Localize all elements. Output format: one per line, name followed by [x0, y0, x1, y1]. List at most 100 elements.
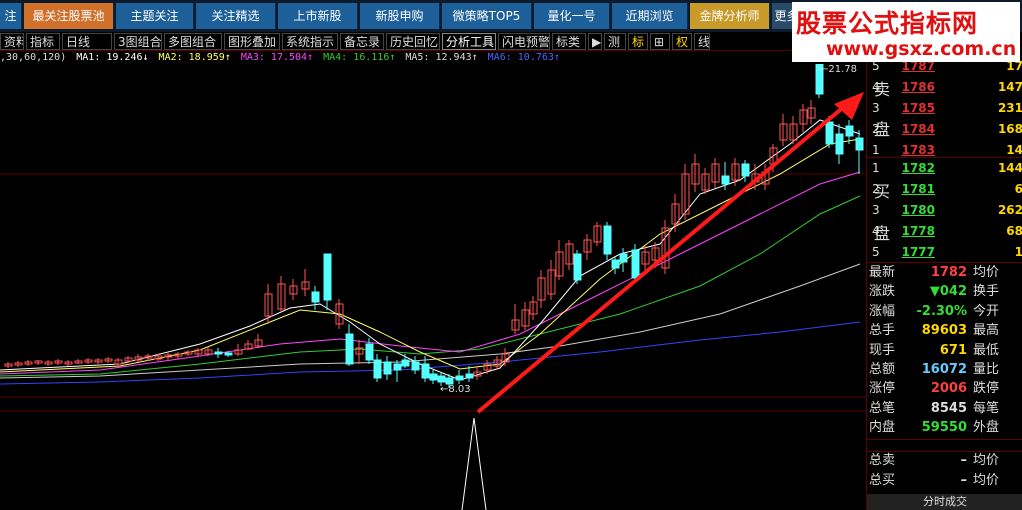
buy-price: 1782 [901, 161, 935, 175]
buy-volume: 68 [1006, 224, 1022, 238]
quote-key: 最新 [869, 265, 896, 280]
quote-key-2: 跌停 [973, 381, 1000, 397]
ma2-value: MA2: 18.959↑ [158, 52, 231, 63]
candle-75 [741, 163, 750, 177]
toolbar-button-1[interactable]: 指标 [26, 33, 60, 50]
top-tab-6[interactable]: 微策略TOP5 [442, 3, 532, 29]
quote-value: 59550 [921, 420, 967, 436]
quote-key: 总手 [869, 323, 896, 339]
candle-63 [619, 253, 628, 263]
toolbar-button-2[interactable]: 日线 [62, 33, 112, 50]
sell-price: 1785 [901, 101, 935, 115]
separator [867, 439, 1022, 440]
ma4-value: MA4: 16.116↑ [323, 52, 396, 63]
toolbar-button-9[interactable]: 分析工具 [442, 33, 496, 50]
top-tab-8[interactable]: 近期浏览 [612, 3, 688, 29]
buy-volume: 144 [997, 161, 1022, 175]
quote-value: ▼042 [929, 284, 967, 300]
trend-arrow-head [834, 92, 864, 120]
quote-key: 涨停 [869, 381, 896, 397]
quote-key-2: 均价 [973, 473, 1000, 488]
quote-key: 总买 [869, 473, 896, 488]
low-price-label: ←8.03 [440, 384, 471, 395]
quote-key-2: 量比 [973, 362, 1000, 377]
quote-key-2: 今开 [973, 303, 1000, 319]
top-tab-7[interactable]: 量化一号 [534, 3, 610, 29]
candle-64 [631, 249, 640, 279]
toolbar-button-14[interactable]: 标 [628, 33, 648, 50]
toolbar-button-8[interactable]: 历史回忆 [386, 33, 440, 50]
buy-volume: 6 [1014, 182, 1022, 196]
ma-line-1 [0, 119, 861, 381]
ma6-value: MA6: 10.763↑ [487, 52, 560, 63]
candle-37 [383, 361, 392, 375]
quote-key-2: 均价 [973, 265, 1000, 280]
buy-level-2[interactable]: 2 1781 6 [867, 179, 1022, 200]
sell-volume: 147 [997, 80, 1022, 94]
ma1-value: MA1: 19.246↓ [76, 52, 149, 63]
watermark: 股票公式指标网 www.gsxz.com.cn [792, 2, 1020, 62]
top-tab-2[interactable]: 主题关注 [116, 3, 194, 29]
candle-31 [323, 253, 332, 301]
toolbar-button-6[interactable]: 系统指示 [282, 33, 338, 50]
quote-row: 最新 1782 均价 [867, 263, 1022, 283]
watermark-url: www.gsxz.com.cn [826, 38, 1017, 60]
quote-key-2: 最低 [973, 342, 1000, 358]
candle-43 [437, 375, 446, 383]
candle-38 [393, 363, 402, 371]
buy-level-1[interactable]: 1 1782 144 [867, 158, 1022, 179]
candlestick-chart[interactable]: ←21.78 ←8.03 [0, 64, 866, 510]
quote-row: 总笔 8545 每笔 [867, 399, 1022, 419]
quote-key: 现手 [869, 342, 896, 358]
candle-33 [345, 333, 354, 365]
candle-22 [224, 352, 233, 356]
top-tab-3[interactable]: 关注精选 [196, 3, 276, 29]
sell-level-2[interactable]: 2 1784 168 [867, 119, 1022, 140]
high-price-label: ←21.78 [820, 64, 857, 75]
buy-level-4[interactable]: 4 1778 68 [867, 221, 1022, 242]
volume-spike [461, 417, 487, 510]
toolbar-button-10[interactable]: 闪电预警 [498, 33, 550, 50]
toolbar-button-0[interactable]: 资料 [0, 33, 24, 50]
top-tab-9[interactable]: 金牌分析师 [690, 3, 770, 29]
quote-key-2: 外盘 [973, 420, 1000, 436]
quote-value: 671 [939, 342, 967, 358]
ma3-value: MA3: 17.504↑ [240, 52, 314, 63]
sell-level-3[interactable]: 3 1785 231 [867, 98, 1022, 119]
buy-level-3[interactable]: 3 1780 262 [867, 200, 1022, 221]
candle-86 [845, 125, 854, 137]
top-tab-4[interactable]: 上市新股 [278, 3, 358, 29]
toolbar-button-16[interactable]: 权 [672, 33, 692, 50]
buy-side-label: 买 [874, 182, 891, 201]
quote-value: – [960, 473, 968, 488]
top-tab-0[interactable]: 注 [0, 3, 22, 29]
quote-panel: 5 1787 17 4 1786 147 3 1785 231 2 1784 168 1 1783 14 卖盘… [866, 59, 1022, 510]
sell-side-label: 盘 [874, 120, 891, 139]
buy-level-5[interactable]: 5 1777 1 [867, 242, 1022, 263]
quote-key: 涨跌 [869, 284, 896, 300]
buy-price: 1778 [901, 224, 935, 238]
buy-volume: 1 [1014, 245, 1022, 259]
quote-key: 总笔 [869, 400, 896, 416]
candle-35 [365, 343, 374, 361]
top-tab-1[interactable]: 最关注股票池 [24, 3, 114, 29]
tick-trades-tab[interactable]: 分时成交 [867, 494, 1022, 510]
toolbar-button-4[interactable]: 多图组合 [164, 33, 222, 50]
toolbar-button-5[interactable]: 图形叠加 [224, 33, 280, 50]
candle-39 [401, 359, 410, 367]
ma-params: ,30,60,120) [0, 52, 67, 63]
toolbar-button-13[interactable]: 测 [604, 33, 626, 50]
top-tab-5[interactable]: 新股申购 [360, 3, 440, 29]
toolbar-button-12[interactable]: ▶ [588, 33, 602, 50]
candle-30 [311, 291, 320, 303]
toolbar-button-11[interactable]: 标类 [552, 33, 586, 50]
sell-level-4[interactable]: 4 1786 147 [867, 77, 1022, 98]
toolbar-button-7[interactable]: 备忘录 [340, 33, 384, 50]
toolbar-button-3[interactable]: 3图组合 [114, 33, 162, 50]
toolbar-button-17[interactable]: 线 [694, 33, 710, 50]
toolbar-button-15[interactable]: ⊞ [650, 33, 670, 50]
quote-key-2: 最高 [973, 323, 1000, 339]
quote-value: 1782 [930, 265, 967, 280]
candle-36 [373, 359, 382, 379]
candle-73 [721, 175, 730, 185]
